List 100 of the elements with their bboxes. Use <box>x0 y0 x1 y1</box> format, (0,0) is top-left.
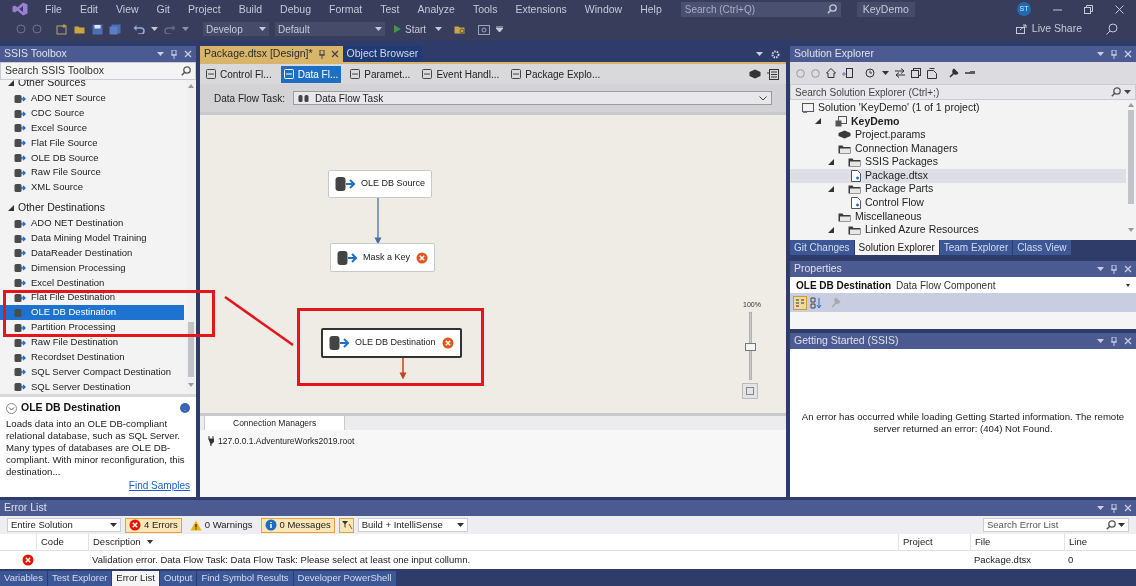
filter-toggle[interactable]: 0 Warnings <box>185 517 257 533</box>
toolbox-item[interactable]: Flat File Source <box>0 135 184 151</box>
task-dropdown[interactable]: Data Flow Task <box>292 91 772 105</box>
caret-icon[interactable] <box>882 71 889 75</box>
scroll-down-icon[interactable] <box>1128 228 1134 232</box>
tool-window-tab[interactable]: Find Symbol Results <box>197 571 293 586</box>
toolbox-item[interactable]: ADO NET Source <box>0 90 184 106</box>
caret-icon[interactable] <box>1118 523 1125 527</box>
toolbox-item[interactable]: Raw File Source <box>0 165 184 180</box>
menu-item[interactable]: Git <box>147 0 179 18</box>
expanded-arrow-icon[interactable] <box>8 205 14 212</box>
search-field[interactable]: Search SSIS Toolbox <box>0 62 196 80</box>
screenshot-icon[interactable] <box>478 23 491 35</box>
tool-window-tab[interactable]: Error List <box>112 571 159 586</box>
alphabetical-icon[interactable] <box>810 296 822 309</box>
sort-icon[interactable] <box>146 540 153 544</box>
find-samples-link[interactable]: Find Samples <box>128 478 190 493</box>
designer-tab[interactable]: Paramet... <box>347 65 414 83</box>
expanded-arrow-icon[interactable] <box>828 186 834 193</box>
back-icon[interactable] <box>16 24 26 34</box>
new-project-icon[interactable] <box>56 23 68 35</box>
toolbox-item[interactable]: Excel Source <box>0 120 184 136</box>
toolbox-item[interactable]: Raw File Destination <box>0 334 184 350</box>
menu-item[interactable]: Help <box>631 0 671 18</box>
tree-item[interactable]: Connection Managers <box>790 141 1126 156</box>
caret-icon[interactable] <box>110 523 117 527</box>
caret-icon[interactable] <box>375 27 382 31</box>
toolbox-item[interactable]: Excel Destination <box>0 275 184 291</box>
component-node[interactable]: OLE DB Destination <box>321 328 462 358</box>
column-header[interactable]: Description <box>93 534 141 550</box>
tree-item[interactable]: Package.dtsx <box>790 168 1126 183</box>
toolbox-item[interactable]: XML Source <box>0 180 184 195</box>
toolbox-item[interactable]: OLE DB Source <box>0 150 184 166</box>
menu-item[interactable]: Format <box>320 0 372 18</box>
tree-item[interactable]: Package Parts <box>790 182 1126 197</box>
caret-icon[interactable] <box>1124 90 1131 94</box>
toolbox-item[interactable]: SQL Server Destination <box>0 379 184 395</box>
search-icon[interactable] <box>181 65 191 76</box>
toolbox-item[interactable]: Recordset Destination <box>0 349 184 365</box>
save-icon[interactable] <box>92 23 103 35</box>
build-dropdown[interactable]: Build + IntelliSense <box>357 518 468 532</box>
column-header[interactable]: File <box>975 534 991 550</box>
toolbox-item[interactable]: Dimension Processing <box>0 260 184 276</box>
toolbox-item[interactable]: DataReader Destination <box>0 245 184 261</box>
scope-dropdown[interactable]: Entire Solution <box>7 518 121 532</box>
collapse-icon[interactable] <box>6 402 17 414</box>
tool-window-tab[interactable]: Output <box>159 571 197 586</box>
connection-managers-tab[interactable]: Connection Managers <box>204 416 346 430</box>
tree-item[interactable]: Linked Azure Resources <box>790 223 1126 237</box>
panel-tab[interactable]: Solution Explorer <box>854 240 939 255</box>
caret-icon[interactable] <box>756 52 763 56</box>
column-header[interactable]: Code <box>41 534 64 550</box>
switch-views-icon[interactable] <box>842 68 853 78</box>
panel-tab[interactable]: Git Changes <box>790 240 854 255</box>
designer-tab[interactable]: Package Explo... <box>508 65 604 83</box>
sync-icon[interactable] <box>895 68 905 78</box>
scrollbar-thumb[interactable] <box>1128 110 1134 204</box>
caret-icon[interactable] <box>435 27 443 31</box>
component-node[interactable]: OLE DB Source <box>328 170 433 198</box>
tool-window-tab[interactable]: Variables <box>0 571 47 586</box>
tree-item[interactable]: Miscellaneous <box>790 209 1126 224</box>
home-icon[interactable] <box>826 68 836 78</box>
fit-icon[interactable] <box>742 383 758 399</box>
search-field[interactable]: Search Error List <box>983 518 1129 532</box>
caret-icon[interactable] <box>151 27 158 31</box>
undo-icon[interactable] <box>133 24 145 34</box>
expanded-arrow-icon[interactable] <box>828 159 834 166</box>
toolbox-item[interactable]: Partition Processing <box>0 319 184 335</box>
caret-icon[interactable] <box>456 523 464 527</box>
menu-item[interactable]: Edit <box>70 0 107 18</box>
preview-icon[interactable] <box>965 71 975 75</box>
platform-dropdown[interactable]: Default <box>275 22 385 36</box>
menu-item[interactable]: Extensions <box>506 0 576 18</box>
toolbox-item[interactable]: CDC Source <box>0 105 184 121</box>
collapse-all-icon[interactable] <box>911 68 921 78</box>
tree-item[interactable]: Control Flow <box>790 196 1126 210</box>
panel-tab[interactable]: Class View <box>1013 240 1071 255</box>
logo-icon[interactable] <box>12 2 28 16</box>
column-header[interactable]: Project <box>903 534 933 550</box>
start-button[interactable]: Start <box>391 21 430 37</box>
toolbox-item[interactable]: SQL Server Compact Destination <box>0 364 184 380</box>
menu-item[interactable]: Debug <box>271 0 320 18</box>
toolbox-item[interactable]: ADO NET Destination <box>0 215 184 231</box>
scrollbar-thumb[interactable] <box>188 321 194 377</box>
forward-icon[interactable] <box>32 24 42 34</box>
scroll-up-icon[interactable] <box>188 83 194 88</box>
column-header[interactable]: Line <box>1069 534 1087 550</box>
save-all-icon[interactable] <box>109 23 121 35</box>
history-icon[interactable] <box>865 68 876 78</box>
tool-window-tab[interactable]: Developer PowerShell <box>293 571 396 586</box>
search-field[interactable]: Search Solution Explorer (Ctrl+;) <box>790 84 1136 100</box>
tree-item[interactable]: Project.params <box>790 128 1126 142</box>
group-header[interactable]: Other Destinations <box>18 200 105 217</box>
menu-item[interactable]: View <box>107 0 148 18</box>
tree-item[interactable]: Solution 'KeyDemo' (1 of 1 project) <box>790 101 1126 115</box>
connection-manager[interactable]: 127.0.0.1.AdventureWorks2019.root <box>218 435 355 448</box>
zoom-thumb[interactable] <box>745 343 756 351</box>
toolbox-item[interactable]: Data Mining Model Training <box>0 230 184 246</box>
component-node[interactable]: Mask a Key <box>330 243 436 272</box>
filter-toggle[interactable]: 4 Errors <box>125 517 182 533</box>
